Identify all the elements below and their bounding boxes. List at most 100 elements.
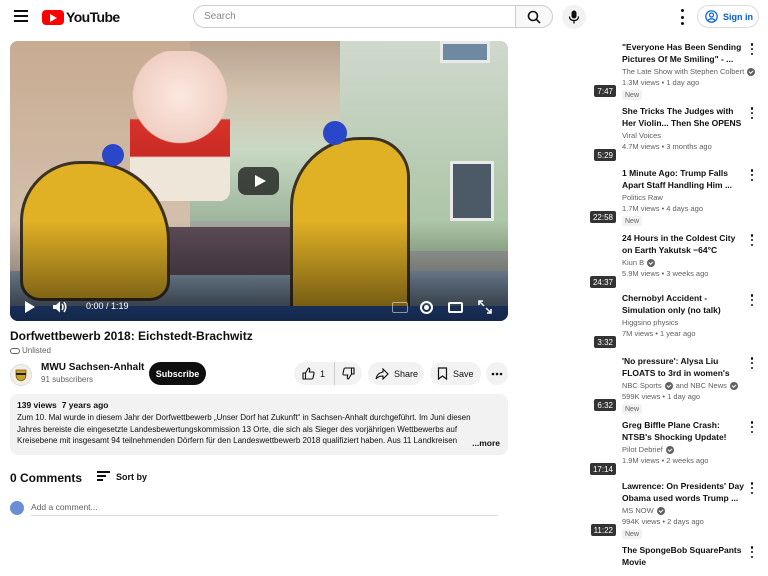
search-input[interactable]: Search	[193, 5, 515, 28]
like-dislike-group: 1	[294, 362, 362, 385]
recommended-channel[interactable]: The Late Show with Stephen Colbert	[622, 67, 756, 76]
view-count: 139 views	[17, 400, 57, 410]
recommended-video-title[interactable]: Greg Biffle Plane Crash: NTSB's Shocking…	[622, 419, 746, 443]
video-thumbnail[interactable]: 11:22	[588, 480, 616, 536]
theater-mode-icon[interactable]	[445, 297, 465, 317]
subscriber-count: 91 subscribers	[41, 375, 94, 384]
more-options-icon[interactable]	[750, 294, 754, 306]
more-options-icon[interactable]	[750, 107, 754, 119]
video-thumbnail[interactable]: 17:14	[588, 419, 616, 475]
settings-gear-icon[interactable]	[416, 297, 436, 317]
video-thumbnail[interactable]: 5:29	[588, 105, 616, 161]
recommended-meta: 7M views • 1 year ago	[622, 329, 696, 338]
share-label: Share	[394, 368, 419, 379]
video-thumbnail[interactable]: 3:32	[588, 292, 616, 348]
play-icon[interactable]	[20, 297, 40, 317]
like-button[interactable]: 1	[294, 362, 335, 385]
recommended-channel[interactable]: Politics Raw	[622, 193, 663, 202]
video-duration: 7:47	[594, 85, 616, 97]
video-thumbnail[interactable]: 24:37	[588, 232, 616, 288]
description-text: Zum 10. Mal wurde in diesem Jahr der Dor…	[17, 413, 471, 445]
youtube-logo[interactable]: YouTube	[42, 9, 120, 25]
description-box[interactable]: 139 views 7 years ago Zum 10. Mal wurde i…	[10, 394, 508, 455]
recommended-video-title[interactable]: "Everyone Has Been Sending Pictures Of M…	[622, 41, 746, 65]
new-badge: New	[622, 90, 643, 100]
video-duration: 3:32	[594, 336, 616, 348]
recommended-video-title[interactable]: 'No pressure': Alysa Liu FLOATS to 3rd i…	[622, 355, 746, 379]
video-duration: 11:22	[590, 524, 616, 536]
more-options-icon[interactable]	[750, 482, 754, 494]
recommended-video-title[interactable]: Lawrence: On Presidents' Day Obama used …	[622, 480, 746, 504]
time-display: 0:00 / 1:19	[86, 301, 129, 311]
recommended-meta: 1.7M views • 4 days ago	[622, 204, 703, 213]
player-controls: 0:00 / 1:19	[10, 293, 508, 321]
like-count: 1	[320, 368, 326, 379]
recommended-channel[interactable]: Viral Voices	[622, 131, 661, 140]
new-badge: New	[622, 529, 643, 539]
video-thumbnail[interactable]: 6:32	[588, 355, 616, 411]
more-actions-button[interactable]	[486, 362, 508, 385]
sign-in-label: Sign in	[723, 11, 753, 22]
recommended-video-title[interactable]: She Tricks The Judges with Her Violin...…	[622, 105, 746, 129]
recommended-channel[interactable]: Pilot Debrief	[622, 445, 674, 454]
verified-icon	[647, 258, 656, 267]
video-thumbnail[interactable]	[588, 544, 616, 576]
channel-name[interactable]: MWU Sachsen-Anhalt	[41, 362, 144, 373]
video-duration: 17:14	[589, 463, 616, 475]
more-options-icon[interactable]	[750, 43, 754, 55]
more-options-icon[interactable]	[750, 234, 754, 246]
recommended-meta: 4.7M views • 3 months ago	[622, 142, 712, 151]
voice-search-button[interactable]	[562, 5, 586, 29]
dislike-button[interactable]	[335, 362, 362, 385]
verified-icon	[665, 445, 674, 454]
large-play-button[interactable]	[238, 167, 279, 195]
more-options-icon[interactable]	[750, 421, 754, 433]
recommended-video-title[interactable]: Chernobyl Accident - Simulation only (no…	[622, 292, 746, 316]
video-thumbnail[interactable]: 7:47	[588, 41, 616, 97]
video-thumbnail[interactable]: 22:58	[588, 167, 616, 223]
logo-text: YouTube	[66, 9, 120, 25]
unlisted-badge: Unlisted	[10, 346, 51, 355]
sign-in-button[interactable]: Sign in	[697, 5, 759, 28]
recommended-video-title[interactable]: The SpongeBob SquarePants Movie	[622, 544, 746, 568]
bookmark-icon	[437, 367, 448, 380]
video-duration: 5:29	[594, 149, 616, 161]
sort-label: Sort by	[116, 472, 148, 482]
share-button[interactable]: Share	[368, 362, 424, 385]
more-options-icon[interactable]	[750, 169, 754, 181]
save-button[interactable]: Save	[430, 362, 481, 385]
search-icon	[527, 10, 541, 24]
recommended-video-title[interactable]: 1 Minute Ago: Trump Falls Apart Staff Ha…	[622, 167, 746, 191]
captions-icon[interactable]	[390, 297, 410, 317]
recommended-video-title[interactable]: 24 Hours in the Coldest City on Earth Ya…	[622, 232, 746, 256]
settings-kebab-icon[interactable]	[676, 9, 688, 25]
subscribe-button[interactable]: Subscribe	[149, 362, 206, 385]
recommended-meta: 5.9M views • 3 weeks ago	[622, 269, 709, 278]
recommended-channel[interactable]: NBC Sports and NBC News	[622, 381, 738, 390]
microphone-icon	[568, 10, 580, 24]
recommended-channel[interactable]: Higgsino physics	[622, 318, 678, 327]
video-player[interactable]: 0:00 / 1:19	[10, 41, 508, 321]
comments-count: 0 Comments	[10, 471, 83, 485]
volume-icon[interactable]	[50, 297, 70, 317]
share-icon	[375, 367, 389, 380]
video-duration: 22:58	[589, 211, 616, 223]
more-options-icon[interactable]	[750, 546, 754, 558]
video-duration: 24:37	[589, 276, 616, 288]
menu-icon[interactable]	[14, 10, 28, 22]
verified-icon	[729, 381, 738, 390]
youtube-play-icon	[42, 9, 64, 25]
channel-avatar[interactable]	[10, 364, 32, 386]
show-more-link[interactable]: ...more	[470, 438, 500, 448]
more-options-icon[interactable]	[750, 357, 754, 369]
recommended-channel[interactable]: MS NOW	[622, 506, 665, 515]
search-button[interactable]	[515, 5, 553, 28]
recommended-meta: 1.3M views • 1 day ago	[622, 78, 700, 87]
fullscreen-icon[interactable]	[475, 297, 495, 317]
recommended-channel[interactable]: Kiun B	[622, 258, 656, 267]
visibility-label: Unlisted	[22, 346, 51, 355]
upload-age: 7 years ago	[61, 400, 109, 410]
new-badge: New	[622, 216, 643, 226]
sort-by-button[interactable]: Sort by	[97, 471, 147, 483]
add-comment-input[interactable]: Add a comment...	[31, 502, 498, 516]
